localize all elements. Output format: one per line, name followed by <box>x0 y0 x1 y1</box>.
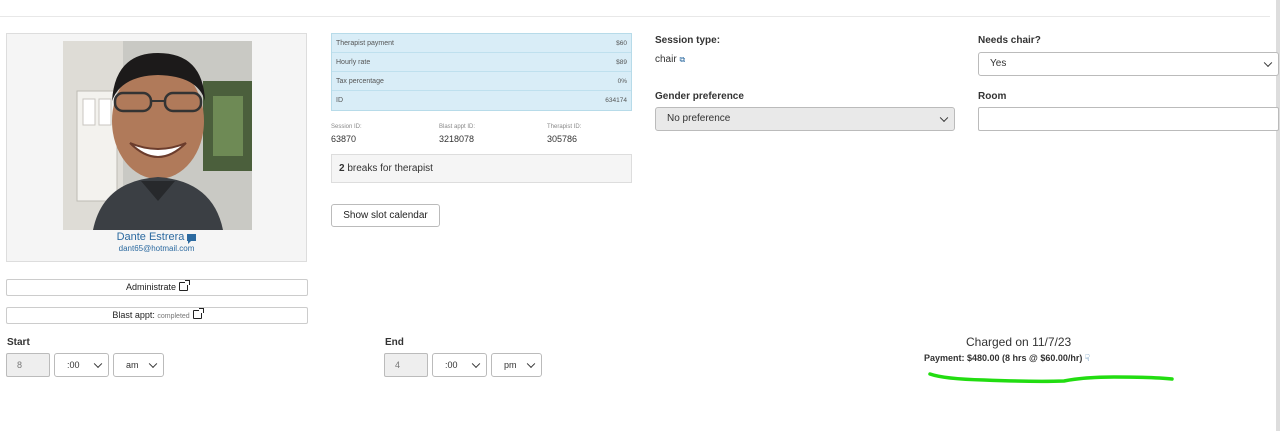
session-type-label: Session type: <box>655 35 721 46</box>
therapist-name[interactable]: Dante Estrera <box>117 231 185 243</box>
row-label: Therapist payment <box>336 39 394 47</box>
external-link-icon[interactable]: ⧉ <box>679 55 685 64</box>
end-minute-value: :00 <box>445 360 458 370</box>
administrate-button[interactable]: Administrate <box>6 279 308 296</box>
needs-chair-value: Yes <box>990 58 1007 69</box>
breaks-count: 2 <box>339 163 345 174</box>
charged-date: 11/7/23 <box>1032 335 1072 349</box>
start-hour-input[interactable]: 8 <box>6 353 50 377</box>
start-label: Start <box>7 337 30 348</box>
session-type-link[interactable]: chair ⧉ <box>655 54 685 65</box>
end-hour-input[interactable]: 4 <box>384 353 428 377</box>
chevron-down-icon <box>471 359 481 369</box>
room-input[interactable] <box>978 107 1279 131</box>
start-minute-value: :00 <box>67 360 80 370</box>
row-value: $60 <box>616 39 627 47</box>
charged-prefix: Charged on <box>966 335 1029 349</box>
green-highlight-underline <box>928 372 1174 384</box>
session-id: Session ID: 63870 <box>331 124 362 144</box>
payment-text: Payment: $480.00 (8 hrs @ $60.00/hr) <box>924 353 1083 363</box>
end-label: End <box>385 337 404 348</box>
charged-heading: Charged on 11/7/23 <box>966 335 1071 349</box>
row-label: Hourly rate <box>336 58 371 66</box>
gender-preference-select[interactable]: No preference <box>655 107 955 131</box>
blast-appt-button[interactable]: Blast appt: completed <box>6 307 308 324</box>
therapist-email[interactable]: dant65@hotmail.com <box>7 244 306 253</box>
show-slot-calendar-button[interactable]: Show slot calendar <box>331 204 440 227</box>
blast-appt-label: Blast appt: <box>112 310 155 320</box>
start-ampm-select[interactable]: am <box>113 353 164 377</box>
needs-chair-select[interactable]: Yes <box>978 52 1279 76</box>
breaks-info: 2 breaks for therapist <box>331 154 632 183</box>
blast-appt-id-label: Blast appt ID: <box>439 124 476 130</box>
row-label: Tax percentage <box>336 77 384 85</box>
blast-appt-status: completed <box>157 313 190 320</box>
therapist-id-value: 305786 <box>547 134 578 144</box>
chevron-down-icon <box>1263 58 1273 68</box>
end-ampm-select[interactable]: pm <box>491 353 542 377</box>
chevron-down-icon <box>93 359 103 369</box>
therapist-id: Therapist ID: 305786 <box>547 124 581 144</box>
table-row: Tax percentage 0% <box>332 72 631 91</box>
row-label: ID <box>336 97 343 104</box>
chevron-down-icon <box>939 113 949 123</box>
blast-appt-id-value: 3218078 <box>439 134 475 144</box>
therapist-photo <box>63 41 252 230</box>
external-link-icon <box>192 308 204 319</box>
chat-icon[interactable] <box>187 233 197 244</box>
therapist-name-link[interactable]: Dante Estrera <box>7 231 306 244</box>
external-link-icon <box>179 280 191 291</box>
row-value: 0% <box>617 77 627 85</box>
row-value: 634174 <box>605 97 627 104</box>
start-ampm-value: am <box>126 360 139 370</box>
gender-preference-value: No preference <box>667 113 731 124</box>
end-minute-select[interactable]: :00 <box>432 353 487 377</box>
payment-summary: Payment: $480.00 (8 hrs @ $60.00/hr) ☟ <box>924 353 1090 364</box>
table-row: Hourly rate $89 <box>332 53 631 72</box>
session-id-value: 63870 <box>331 134 357 144</box>
chevron-down-icon <box>526 359 536 369</box>
session-id-label: Session ID: <box>331 124 362 130</box>
breaks-text: breaks for therapist <box>347 163 433 174</box>
top-divider <box>0 16 1270 17</box>
thumbs-down-icon[interactable]: ☟ <box>1084 353 1089 364</box>
therapist-id-label: Therapist ID: <box>547 124 582 130</box>
row-value: $89 <box>616 58 627 66</box>
start-minute-select[interactable]: :00 <box>54 353 109 377</box>
therapist-profile-card: Dante Estrera dant65@hotmail.com <box>6 33 307 262</box>
table-row: Therapist payment $60 <box>332 34 631 53</box>
table-row: ID 634174 <box>332 91 631 110</box>
needs-chair-label: Needs chair? <box>978 35 1041 46</box>
administrate-label: Administrate <box>125 282 177 292</box>
end-ampm-value: pm <box>504 360 517 370</box>
room-label: Room <box>978 91 1007 102</box>
chevron-down-icon <box>148 359 158 369</box>
payment-info-table: Therapist payment $60 Hourly rate $89 Tax … <box>331 33 632 111</box>
blast-appt-id: Blast appt ID: 3218078 <box>439 124 475 144</box>
gender-preference-label: Gender preference <box>655 91 744 102</box>
session-type-value[interactable]: chair <box>655 54 677 65</box>
